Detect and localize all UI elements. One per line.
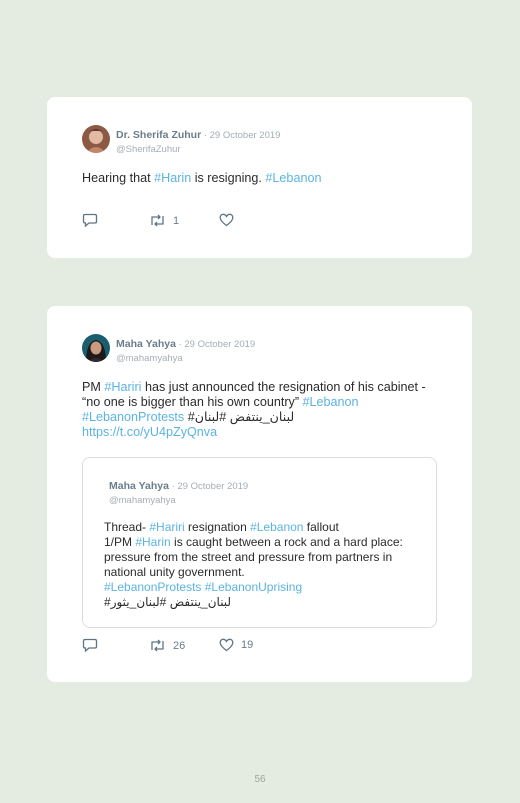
like-icon — [219, 213, 234, 227]
reply-icon — [82, 638, 98, 653]
retweet-count: 26 — [173, 639, 186, 652]
author-name[interactable]: Dr. Sherifa Zuhur — [116, 129, 201, 141]
tweet-text: Hearing that #Harin is resigning. #Leban… — [82, 171, 442, 186]
author-block: Dr. Sherifa Zuhur · 29 October 2019 @She… — [116, 125, 280, 155]
author-handle[interactable]: @mahamyahya — [116, 353, 255, 364]
hashtag-link[interactable]: #LebanonProtests — [82, 410, 184, 424]
text-segment: resignation — [184, 520, 251, 534]
hashtag-link[interactable]: #Harin — [135, 535, 170, 549]
retweet-button[interactable]: 1 — [149, 213, 179, 228]
hashtag-link[interactable]: #Harin — [154, 171, 191, 185]
text-segment: Thread- — [104, 520, 150, 534]
reply-button[interactable] — [82, 213, 98, 228]
retweet-count: 1 — [173, 214, 180, 227]
arabic-hashtags[interactable]: #لبنان_ينتفض #لبنان_يثور — [104, 595, 231, 609]
retweet-button[interactable]: 26 — [149, 638, 185, 653]
avatar[interactable] — [82, 334, 110, 362]
hashtag-link[interactable]: #LebanonUprising — [205, 580, 302, 594]
quoted-tweet[interactable]: Maha Yahya · 29 October 2019 @mahamyahya… — [82, 457, 437, 628]
author-handle[interactable]: @mahamyahya — [109, 495, 248, 506]
tweet-link[interactable]: https://t.co/yU4pZyQnva — [82, 425, 217, 439]
avatar[interactable] — [82, 125, 110, 153]
reply-icon — [82, 213, 98, 228]
separator: · — [201, 130, 210, 141]
like-button[interactable] — [219, 213, 241, 227]
quoted-author-block: Maha Yahya · 29 October 2019 @mahamyahya — [109, 476, 248, 506]
text-segment: fallout — [303, 520, 339, 534]
page-number: 56 — [254, 774, 266, 785]
text-segment: is resigning. — [191, 171, 266, 185]
hashtag-link[interactable]: #Lebanon — [265, 171, 321, 185]
like-count: 19 — [241, 639, 254, 651]
hashtag-link[interactable]: #Lebanon — [250, 520, 303, 534]
tweet-card-1: Dr. Sherifa Zuhur · 29 October 2019 @She… — [47, 97, 472, 258]
arabic-hashtags[interactable]: #لبنان_ينتفض #لبنان — [184, 410, 295, 424]
retweet-icon — [149, 213, 166, 228]
tweet-card-2: Maha Yahya · 29 October 2019 @mahamyahya… — [47, 306, 472, 682]
tweet-date[interactable]: 29 October 2019 — [210, 130, 281, 141]
like-button[interactable]: 19 — [219, 638, 253, 652]
text-segment: PM — [82, 380, 105, 394]
tweet-actions: 26 19 — [82, 638, 282, 654]
author-name[interactable]: Maha Yahya — [109, 480, 169, 492]
author-name[interactable]: Maha Yahya — [116, 338, 176, 350]
text-segment: 1/PM — [104, 535, 136, 549]
tweet-actions: 1 — [82, 213, 282, 229]
reply-button[interactable] — [82, 638, 98, 653]
hashtag-link[interactable]: #Hariri — [149, 520, 184, 534]
tweet-date[interactable]: 29 October 2019 — [177, 481, 248, 492]
hashtag-link[interactable]: #Lebanon — [303, 395, 359, 409]
hashtag-link[interactable]: #LebanonProtests — [104, 580, 201, 594]
hashtag-link[interactable]: #Hariri — [104, 380, 141, 394]
like-icon — [219, 638, 234, 652]
tweet-text: PM #Hariri has just announced the resign… — [82, 380, 442, 440]
author-block: Maha Yahya · 29 October 2019 @mahamyahya — [116, 334, 255, 364]
tweet-date[interactable]: 29 October 2019 — [184, 339, 255, 350]
text-segment: Hearing that — [82, 171, 155, 185]
retweet-icon — [149, 638, 166, 653]
quoted-text: Thread- #Hariri resignation #Lebanon fal… — [104, 520, 424, 610]
author-handle[interactable]: @SherifaZuhur — [116, 144, 280, 155]
